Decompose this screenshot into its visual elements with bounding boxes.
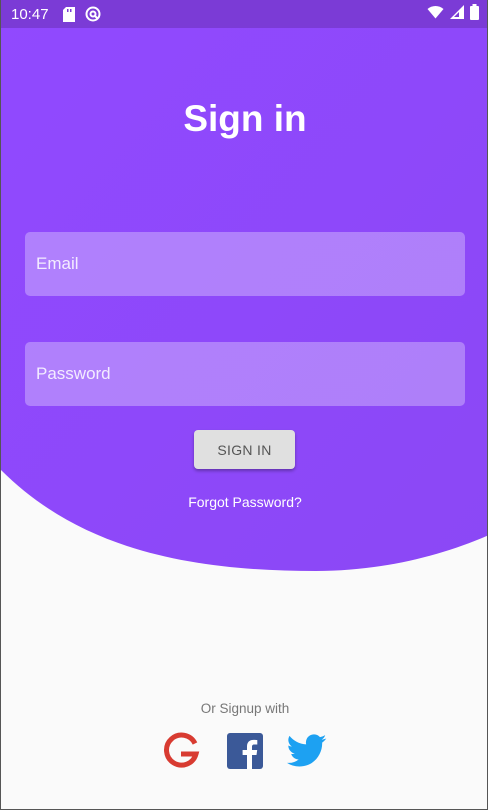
status-bar: 10:47 — [1, 0, 487, 28]
twitter-signup-button[interactable] — [287, 733, 327, 773]
facebook-signup-button[interactable] — [225, 732, 265, 774]
sign-in-screen: 10:47 Sign in SIGN IN Forgot Password? O… — [0, 0, 488, 810]
battery-icon — [470, 4, 479, 24]
google-signup-button[interactable] — [161, 732, 201, 775]
google-icon — [162, 732, 200, 775]
forgot-password-link[interactable]: Forgot Password? — [1, 494, 487, 510]
password-input[interactable] — [36, 364, 465, 384]
sync-icon — [85, 6, 101, 22]
email-field[interactable] — [25, 232, 465, 296]
wifi-icon — [427, 5, 444, 23]
social-signup-caption: Or Signup with — [200, 701, 290, 716]
password-field[interactable] — [25, 342, 465, 406]
page-title: Sign in — [183, 98, 307, 139]
signal-icon — [450, 5, 464, 23]
status-time: 10:47 — [11, 5, 49, 23]
purple-header-background — [1, 0, 487, 571]
email-input[interactable] — [36, 254, 465, 274]
facebook-icon — [227, 732, 263, 774]
sd-card-icon — [62, 6, 75, 22]
status-indicators — [427, 4, 479, 24]
sign-in-button[interactable]: SIGN IN — [194, 430, 295, 469]
twitter-icon — [287, 733, 327, 773]
